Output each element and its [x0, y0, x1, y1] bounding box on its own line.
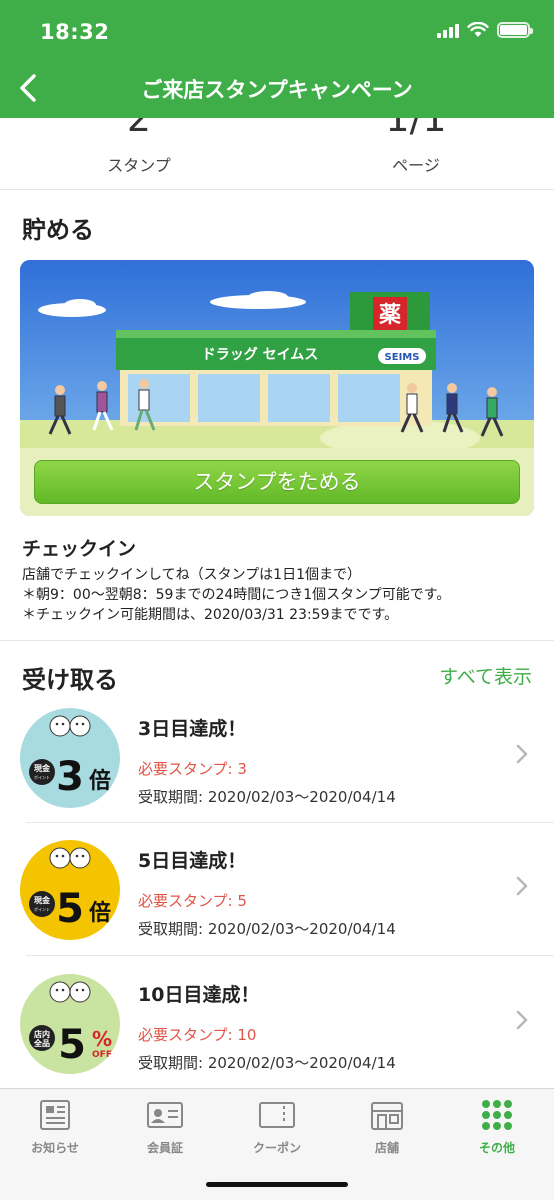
- row-separator: [26, 822, 554, 823]
- reward-title: 10日目達成！: [138, 984, 260, 1006]
- tab-news[interactable]: お知らせ: [0, 1099, 110, 1156]
- checkin-note-1: 店舗でチェックインしてね（スタンプは1日1個まで）: [22, 567, 361, 583]
- member-card-icon: [147, 1102, 183, 1128]
- tab-label: その他: [478, 1141, 515, 1155]
- store-icon: [371, 1102, 403, 1130]
- banner-sign-kanji: 薬: [379, 303, 401, 328]
- battery-icon: [497, 22, 533, 38]
- page-count-value: 1/1: [385, 118, 447, 140]
- reward-badge-icon: 現金 ポイント 3 倍: [20, 708, 120, 808]
- svg-text:5: 5: [56, 886, 84, 932]
- reward-required-stamps: 必要スタンプ: 10: [138, 1026, 257, 1044]
- svg-text:現金: 現金: [34, 763, 51, 773]
- tab-other[interactable]: その他: [442, 1099, 552, 1156]
- wifi-icon: [467, 22, 489, 37]
- receive-section-heading: 受け取る: [22, 666, 118, 694]
- reward-row[interactable]: 店内 全品 5 % OFF 10日目達成！ 必要スタンプ: 10 受取期間: 2…: [0, 972, 554, 1100]
- chevron-right-icon: [516, 744, 528, 764]
- reward-title: 3日目達成！: [138, 718, 247, 740]
- see-all-link[interactable]: すべて表示: [439, 662, 532, 689]
- save-section-heading: 貯める: [22, 216, 94, 244]
- page-count-label: ページ: [392, 156, 440, 175]
- reward-badge-icon: 現金 ポイント 5 倍: [20, 840, 120, 940]
- tab-label: お知らせ: [31, 1141, 79, 1155]
- svg-text:5: 5: [58, 1022, 86, 1068]
- svg-text:倍: 倍: [89, 768, 111, 794]
- tab-label: 店舗: [374, 1141, 399, 1155]
- reward-period: 受取期間: 2020/02/03〜2020/04/14: [138, 1054, 396, 1072]
- tab-label: 会員証: [146, 1141, 183, 1155]
- reward-required-stamps: 必要スタンプ: 3: [138, 760, 247, 778]
- status-time: 18:32: [40, 20, 110, 44]
- page-title: ご来店スタンプキャンペーン: [141, 78, 413, 102]
- reward-row[interactable]: 現金 ポイント 3 倍 3日目達成！ 必要スタンプ: 3 受取期間: 2020/…: [0, 706, 554, 834]
- news-icon: [40, 1100, 70, 1130]
- reward-required-stamps: 必要スタンプ: 5: [138, 892, 247, 910]
- collect-stamp-button[interactable]: スタンプをためる: [34, 460, 520, 504]
- svg-text:現金: 現金: [34, 895, 51, 905]
- svg-text:倍: 倍: [89, 900, 111, 926]
- home-indicator[interactable]: [206, 1182, 348, 1187]
- app-header: 18:32 ご来店スタンプキャンペーン: [0, 0, 554, 118]
- stamp-summary: 2 スタンプ 1/1 ページ: [0, 118, 554, 190]
- checkin-note-2: ＊朝9：00〜翌朝8：59までの24時間につき1個スタンプ可能です。: [22, 587, 451, 603]
- chevron-right-icon: [516, 876, 528, 896]
- checkin-title: チェックイン: [22, 538, 137, 560]
- banner-store-name: ドラッグ セイムス: [202, 346, 319, 363]
- chevron-right-icon: [516, 1010, 528, 1030]
- tab-member-card[interactable]: 会員証: [110, 1099, 220, 1156]
- reward-period: 受取期間: 2020/02/03〜2020/04/14: [138, 920, 396, 938]
- svg-text:%: %: [92, 1027, 112, 1051]
- reward-row[interactable]: 現金 ポイント 5 倍 5日目達成！ 必要スタンプ: 5 受取期間: 2020/…: [0, 838, 554, 966]
- section-divider: [0, 640, 554, 641]
- tab-store[interactable]: 店舗: [332, 1099, 442, 1156]
- svg-text:全品: 全品: [33, 1038, 50, 1048]
- svg-text:ポイント: ポイント: [34, 774, 50, 780]
- cellular-signal-icon: [437, 22, 459, 38]
- reward-period: 受取期間: 2020/02/03〜2020/04/14: [138, 788, 396, 806]
- reward-title: 5日目達成！: [138, 850, 247, 872]
- reward-badge-icon: 店内 全品 5 % OFF: [20, 974, 120, 1074]
- status-icons: [437, 22, 533, 38]
- row-separator: [26, 955, 554, 956]
- svg-text:3: 3: [56, 754, 84, 800]
- checkin-note-3: ＊チェックイン可能期間は、2020/03/31 23:59までです。: [22, 607, 399, 623]
- tab-label: クーポン: [252, 1141, 301, 1155]
- svg-text:ポイント: ポイント: [34, 906, 50, 912]
- coupon-icon: [259, 1102, 295, 1128]
- svg-text:店内: 店内: [34, 1029, 50, 1039]
- svg-text:OFF: OFF: [92, 1050, 112, 1060]
- grid-dots-icon: [482, 1100, 512, 1130]
- tab-coupon[interactable]: クーポン: [222, 1099, 332, 1156]
- store-banner: 薬 ドラッグ セイムス SEIMS スタンプをためる: [20, 260, 534, 516]
- banner-store-logo: SEIMS: [385, 352, 420, 363]
